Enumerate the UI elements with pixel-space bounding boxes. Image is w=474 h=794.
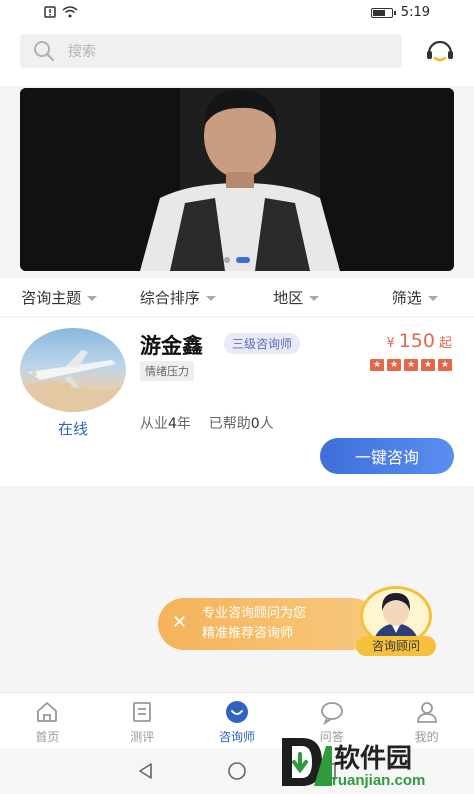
tab-home[interactable]: 首页: [0, 693, 95, 748]
advisor-label: 咨询顾问: [356, 636, 436, 656]
filter-screen[interactable]: 筛选: [356, 287, 474, 308]
user-icon: [416, 702, 437, 723]
filter-topic[interactable]: 咨询主题: [0, 287, 119, 308]
notification-icon: [44, 6, 56, 21]
online-status: 在线: [57, 420, 88, 438]
one-click-consult-button[interactable]: 一键咨询: [320, 438, 454, 474]
search-placeholder: 搜索: [68, 44, 96, 60]
star-icon: ★: [421, 359, 435, 371]
promo-line-2: 精准推荐咨询师: [202, 626, 294, 641]
counselor-topic-tag: 情绪压力: [140, 361, 194, 381]
star-icon: ★: [438, 359, 452, 371]
dropdown-arrow-icon: [427, 295, 438, 301]
watermark-url: ruanjian.com: [332, 772, 426, 789]
wifi-icon: [62, 6, 78, 21]
dropdown-arrow-icon: [205, 295, 216, 301]
banner-carousel[interactable]: [20, 88, 454, 271]
star-icon: ★: [404, 359, 418, 371]
close-icon[interactable]: ✕: [172, 612, 187, 633]
counselor-name: 游金鑫: [140, 333, 203, 358]
carousel-dot[interactable]: [224, 257, 230, 263]
back-icon[interactable]: [136, 761, 156, 781]
rating-stars: ★ ★ ★ ★ ★: [370, 359, 452, 371]
advisor-promo-bar[interactable]: ✕ 专业咨询顾问为您 精准推荐咨询师: [158, 598, 378, 650]
dropdown-arrow-icon: [87, 295, 98, 301]
battery-icon: [370, 7, 396, 18]
top-bar: 搜索: [0, 28, 474, 86]
status-bar: 5:19: [0, 0, 474, 28]
filter-sort[interactable]: 综合排序: [119, 287, 238, 308]
filter-region[interactable]: 地区: [237, 287, 356, 308]
status-time: 5:19: [400, 5, 430, 20]
advisor-button[interactable]: 咨询顾问: [354, 586, 438, 656]
test-icon: [133, 702, 152, 722]
watermark-logo: 软件园 ruanjian.com: [278, 730, 468, 792]
customer-service-icon[interactable]: [424, 36, 456, 68]
counselor-avatar: [20, 328, 126, 412]
chat-icon: [320, 702, 343, 725]
watermark-brand: 软件园: [334, 744, 413, 774]
promo-line-1: 专业咨询顾问为您: [202, 606, 307, 621]
counselor-experience: 从业4年 已帮助0人: [140, 416, 274, 432]
home-nav-icon[interactable]: [226, 760, 248, 782]
home-icon: [37, 702, 58, 722]
counselor-card[interactable]: 在线 游金鑫 三级咨询师 情绪压力 ¥150 起 ★ ★ ★ ★ ★ 从业4年 已…: [0, 318, 474, 486]
carousel-dot-active[interactable]: [236, 257, 250, 263]
counselor-level-badge: 三级咨询师: [224, 333, 301, 354]
dropdown-arrow-icon: [309, 295, 320, 301]
star-icon: ★: [370, 359, 384, 371]
search-icon: [34, 41, 55, 62]
star-icon: ★: [387, 359, 401, 371]
counselor-icon: [225, 701, 248, 723]
counselor-price: ¥150 起: [386, 330, 452, 352]
tab-counselor[interactable]: 咨询师: [190, 693, 285, 748]
watermark-icon: [282, 738, 332, 786]
search-input[interactable]: 搜索: [20, 34, 402, 68]
tab-test[interactable]: 测评: [95, 693, 190, 748]
filter-bar: 咨询主题 综合排序 地区 筛选: [0, 278, 474, 316]
banner-image: [20, 88, 454, 271]
